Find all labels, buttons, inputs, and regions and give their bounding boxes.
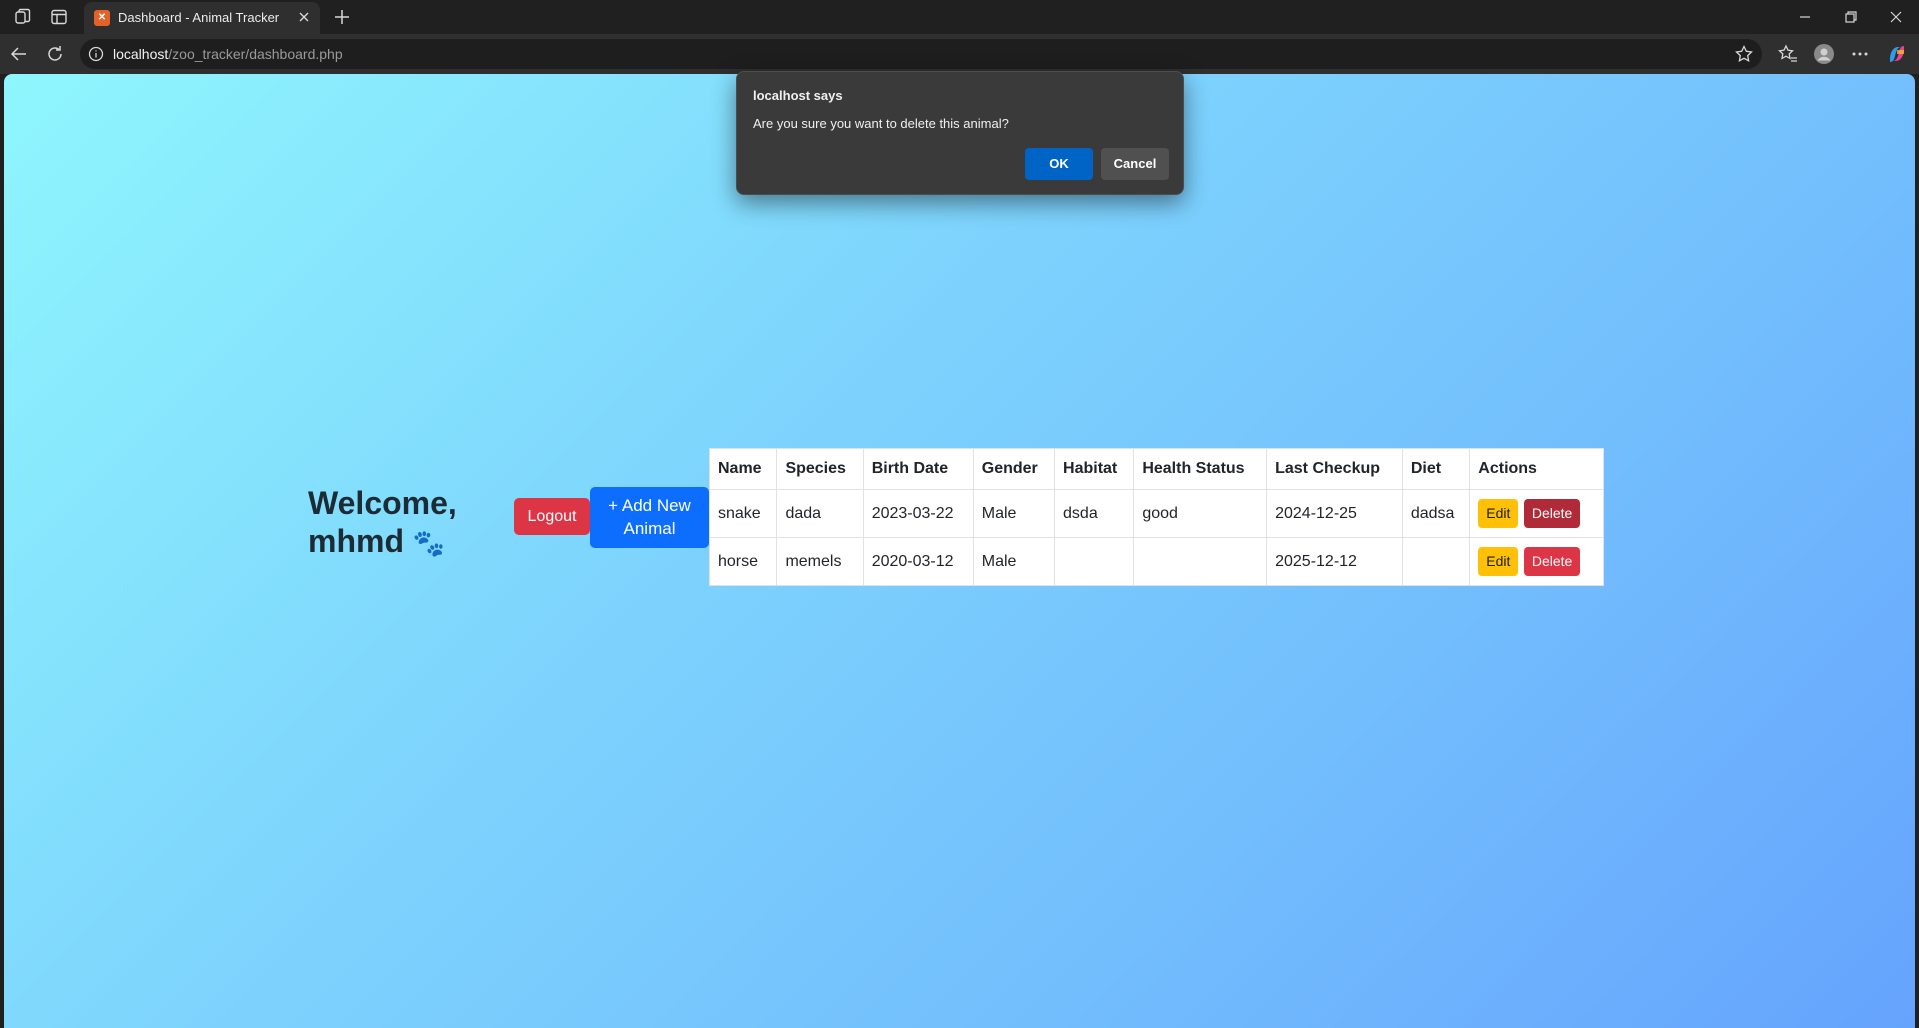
cell-health-status: good bbox=[1133, 489, 1268, 538]
cell-gender: Male bbox=[972, 489, 1056, 538]
edit-button[interactable]: Edit bbox=[1478, 547, 1519, 576]
vertical-tabs-icon[interactable] bbox=[49, 7, 69, 27]
welcome-heading: Welcome, mhmd 🐾 bbox=[308, 485, 457, 559]
dialog-message: Are you sure you want to delete this ani… bbox=[753, 116, 1009, 131]
cell-habitat: dsda bbox=[1054, 489, 1135, 538]
col-species: Species bbox=[776, 448, 864, 490]
cell-birth-date: 2023-03-22 bbox=[862, 489, 974, 538]
workspaces-icon[interactable] bbox=[13, 7, 33, 27]
back-icon[interactable] bbox=[8, 43, 30, 65]
active-tab[interactable]: ✕ Dashboard - Animal Tracker bbox=[84, 2, 320, 34]
address-bar[interactable]: localhost/zoo_tracker/dashboard.php bbox=[80, 39, 1762, 69]
logout-button[interactable]: Logout bbox=[514, 498, 590, 535]
dialog-cancel-button[interactable]: Cancel bbox=[1101, 148, 1169, 180]
col-birth-date: Birth Date bbox=[862, 448, 974, 490]
cell-actions: Edit Delete bbox=[1469, 489, 1604, 538]
tab-close-icon[interactable] bbox=[296, 9, 312, 25]
delete-button[interactable]: Delete bbox=[1523, 499, 1581, 528]
table-row: snake dada 2023-03-22 Male dsda good 202… bbox=[708, 489, 1604, 538]
dialog-ok-button[interactable]: OK bbox=[1025, 148, 1093, 180]
new-tab-icon[interactable] bbox=[332, 7, 352, 27]
col-gender: Gender bbox=[972, 448, 1056, 490]
col-last-checkup: Last Checkup bbox=[1266, 448, 1403, 490]
restore-icon[interactable] bbox=[1841, 7, 1861, 27]
page-viewport: Welcome, mhmd 🐾 Logout + Add New Animal N… bbox=[4, 74, 1915, 1028]
favorites-icon[interactable] bbox=[1777, 43, 1799, 65]
minimize-icon[interactable] bbox=[1795, 7, 1815, 27]
paw-icon: 🐾 bbox=[412, 528, 446, 558]
browser-titlebar: ✕ Dashboard - Animal Tracker bbox=[0, 0, 1919, 34]
table-row: horse memels 2020-03-12 Male 2025-12-12 … bbox=[708, 537, 1604, 586]
cell-last-checkup: 2024-12-25 bbox=[1266, 489, 1403, 538]
cell-habitat bbox=[1054, 537, 1135, 586]
add-animal-button[interactable]: + Add New Animal bbox=[590, 487, 709, 548]
cell-diet: dadsa bbox=[1401, 489, 1471, 538]
dialog-title: localhost says bbox=[753, 88, 843, 103]
cell-diet bbox=[1401, 537, 1471, 586]
cell-birth-date: 2020-03-12 bbox=[862, 537, 974, 586]
cell-name: horse bbox=[708, 537, 778, 586]
edit-button[interactable]: Edit bbox=[1478, 499, 1519, 528]
table-header-row: Name Species Birth Date Gender Habitat H… bbox=[708, 448, 1604, 490]
col-habitat: Habitat bbox=[1054, 448, 1135, 490]
cell-name: snake bbox=[708, 489, 778, 538]
cell-last-checkup: 2025-12-12 bbox=[1266, 537, 1403, 586]
animals-table: Name Species Birth Date Gender Habitat H… bbox=[708, 448, 1604, 586]
cell-actions: Edit Delete bbox=[1469, 537, 1604, 586]
confirm-dialog: localhost says Are you sure you want to … bbox=[736, 71, 1184, 195]
col-health-status: Health Status bbox=[1133, 448, 1268, 490]
favorite-star-icon[interactable] bbox=[1734, 44, 1754, 64]
cell-health-status bbox=[1133, 537, 1268, 586]
cell-gender: Male bbox=[972, 537, 1056, 586]
cell-species: memels bbox=[776, 537, 864, 586]
cell-species: dada bbox=[776, 489, 864, 538]
copilot-icon[interactable] bbox=[1886, 43, 1908, 65]
col-diet: Diet bbox=[1401, 448, 1471, 490]
close-window-icon[interactable] bbox=[1886, 7, 1906, 27]
reload-icon[interactable] bbox=[44, 43, 66, 65]
col-actions: Actions bbox=[1469, 448, 1604, 490]
col-name: Name bbox=[708, 448, 778, 490]
more-menu-icon[interactable] bbox=[1849, 43, 1871, 65]
browser-toolbar: localhost/zoo_tracker/dashboard.php bbox=[0, 34, 1919, 74]
xampp-favicon-icon: ✕ bbox=[94, 10, 110, 26]
delete-button[interactable]: Delete bbox=[1523, 547, 1581, 576]
profile-avatar-icon[interactable] bbox=[1813, 43, 1835, 65]
url-text: localhost/zoo_tracker/dashboard.php bbox=[113, 46, 343, 62]
site-info-icon[interactable] bbox=[88, 46, 104, 62]
tab-title: Dashboard - Animal Tracker bbox=[118, 10, 280, 25]
